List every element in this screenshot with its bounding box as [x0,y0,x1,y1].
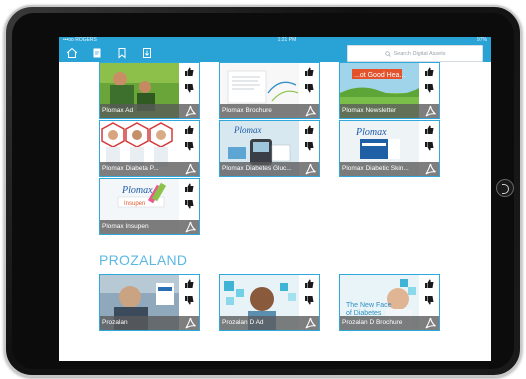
asset-tile[interactable]: Plomax Ad [99,62,200,119]
search-input[interactable]: Search Digital Assets [347,45,483,62]
thumbs-down-icon[interactable] [424,142,434,151]
thumbs-down-icon[interactable] [184,142,194,151]
search-icon [384,50,391,57]
thumbs-down-icon[interactable] [304,296,314,305]
thumbs-down-icon[interactable] [184,296,194,305]
pdf-icon[interactable] [304,163,317,175]
newsletter-overlay-text: ...ot Good Hea... [354,72,405,79]
asset-tile[interactable]: Plomax Insupen Plomax Insupen [99,178,200,235]
thumbs-down-icon[interactable] [184,200,194,209]
pdf-icon[interactable] [184,105,197,117]
asset-tile[interactable]: Plomax Plomax Diabetic Skin... [339,120,440,177]
document-icon[interactable] [90,47,103,60]
status-time: 1:21 PM [277,37,297,43]
asset-grid: Plomax Ad Plomax Brochure ...ot Good Hea… [59,62,491,361]
pdf-icon[interactable] [424,317,437,329]
pdf-icon[interactable] [304,105,317,117]
pdf-icon[interactable] [184,221,197,233]
home-icon[interactable] [65,47,78,60]
asset-tile[interactable]: Prozalan [99,274,200,331]
carrier-label: •••oo ROGERS [63,37,97,43]
asset-tile[interactable]: Plomax Brochure [219,62,320,119]
asset-tile[interactable]: ...ot Good Hea... Plomax Newsletter [339,62,440,119]
thumbs-up-icon[interactable] [424,67,434,76]
pdf-icon[interactable] [184,163,197,175]
toolbar: Search Digital Assets [59,44,491,62]
pdf-icon[interactable] [424,105,437,117]
thumbs-down-icon[interactable] [184,84,194,93]
home-button[interactable] [496,179,514,197]
pdf-icon[interactable] [184,317,197,329]
asset-tile[interactable]: Prozalan D Ad [219,274,320,331]
thumbs-up-icon[interactable] [304,67,314,76]
thumbs-down-icon[interactable] [424,84,434,93]
thumbs-up-icon[interactable] [184,183,194,192]
bookmark-icon[interactable] [115,47,128,60]
thumbs-up-icon[interactable] [304,125,314,134]
thumbs-up-icon[interactable] [424,125,434,134]
plomax-logo-text: Plomax [233,125,262,135]
ipad-frame: •••oo ROGERS 1:21 PM 97% Search Digital … [4,5,522,377]
search-placeholder: Search Digital Assets [393,50,446,57]
thumbs-up-icon[interactable] [184,125,194,134]
app-screen: •••oo ROGERS 1:21 PM 97% Search Digital … [59,37,491,361]
new-face-text: The New Face [346,302,392,309]
section-title: PROZALAND [99,252,188,268]
pdf-icon[interactable] [424,163,437,175]
asset-tile[interactable]: The New Face of Diabetes Prozalan D Broc… [339,274,440,331]
thumbs-up-icon[interactable] [184,279,194,288]
thumbs-down-icon[interactable] [424,296,434,305]
plomax-logo-text: Plomax [355,127,387,138]
insupen-label-text: Insupen [124,201,145,207]
pdf-icon[interactable] [304,317,317,329]
download-icon[interactable] [140,47,153,60]
thumbs-down-icon[interactable] [304,84,314,93]
thumbs-down-icon[interactable] [304,142,314,151]
plomax-logo-text: Plomax [121,185,153,196]
status-bar: •••oo ROGERS 1:21 PM 97% [59,37,491,44]
thumbs-up-icon[interactable] [304,279,314,288]
battery-label: 97% [476,37,487,43]
thumbs-up-icon[interactable] [184,67,194,76]
asset-tile[interactable]: Plomax Plomax Diabetes Gluc... [219,120,320,177]
asset-tile[interactable]: Plomax Diabeta P... [99,120,200,177]
thumbs-up-icon[interactable] [424,279,434,288]
